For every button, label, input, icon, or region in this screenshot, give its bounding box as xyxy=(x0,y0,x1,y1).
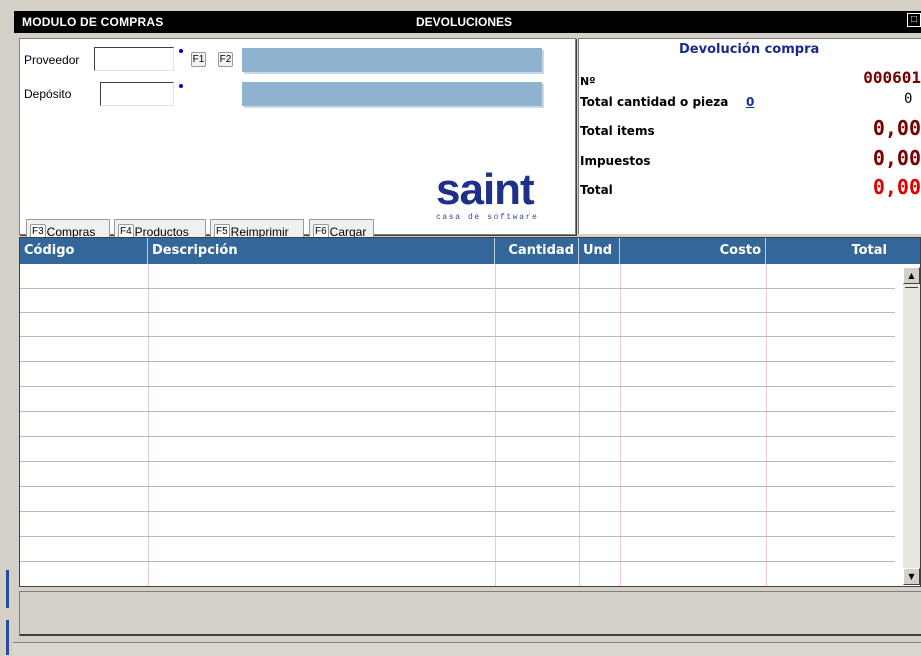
numero-value: 000601 xyxy=(863,68,921,87)
screen-title: DEVOLUCIONES xyxy=(416,15,513,29)
left-edge-marker-2 xyxy=(6,620,9,655)
bottom-edge xyxy=(13,642,921,656)
f2-lookup-button[interactable]: F2 xyxy=(218,52,233,67)
column-header-total[interactable]: Total xyxy=(766,238,920,264)
maximize-icon[interactable]: □ xyxy=(907,13,921,27)
scroll-down-icon[interactable]: ▼ xyxy=(903,568,920,585)
table-row[interactable] xyxy=(20,488,895,512)
table-row[interactable] xyxy=(20,289,895,313)
deposito-input[interactable] xyxy=(100,82,174,106)
impuestos-value: 0,00 xyxy=(872,146,921,170)
table-row[interactable] xyxy=(20,338,895,362)
column-header-und[interactable]: Und xyxy=(579,238,620,264)
required-dot-proveedor xyxy=(179,49,183,53)
table-row[interactable] xyxy=(20,363,895,387)
vertical-scrollbar[interactable]: ▲ ▼ xyxy=(903,267,920,585)
total-label: Total xyxy=(580,183,613,197)
column-header-codigo[interactable]: Código xyxy=(20,238,148,264)
table-row[interactable] xyxy=(20,313,895,337)
scroll-up-icon[interactable]: ▲ xyxy=(903,267,920,284)
impuestos-label: Impuestos xyxy=(580,154,651,168)
column-header-costo[interactable]: Costo xyxy=(620,238,766,264)
module-title: MODULO DE COMPRAS xyxy=(22,15,164,29)
items-table: Código Descripción Cantidad Und Costo To… xyxy=(19,237,921,587)
required-dot-deposito xyxy=(179,84,183,88)
table-row[interactable] xyxy=(20,563,895,586)
logo-subtitle: casa de software xyxy=(436,213,539,222)
total-items-label: Total items xyxy=(580,124,655,138)
proveedor-input[interactable] xyxy=(94,47,174,71)
proveedor-label: Proveedor xyxy=(24,53,80,67)
total-cantidad-value: 0 xyxy=(904,91,913,107)
table-row[interactable] xyxy=(20,388,895,412)
column-header-descripcion[interactable]: Descripción xyxy=(148,238,495,264)
scroll-thumb-grip[interactable] xyxy=(905,287,918,288)
status-panel xyxy=(19,591,921,636)
table-row[interactable] xyxy=(20,463,895,487)
column-header-cantidad[interactable]: Cantidad xyxy=(495,238,579,264)
table-row[interactable] xyxy=(20,538,895,562)
logo-word: saint xyxy=(436,165,535,214)
proveedor-description-field xyxy=(242,48,542,72)
table-row[interactable] xyxy=(20,513,895,537)
table-row[interactable] xyxy=(20,265,895,289)
f1-lookup-button[interactable]: F1 xyxy=(191,52,206,67)
total-cantidad-inline-value: 0 xyxy=(746,95,755,109)
summary-title: Devolución compra xyxy=(679,42,820,57)
numero-label: Nº xyxy=(580,75,596,88)
total-cantidad-label: Total cantidad o pieza xyxy=(580,95,729,109)
total-items-value: 0,00 xyxy=(872,116,921,140)
table-row[interactable] xyxy=(20,438,895,462)
saint-logo: saint casa de software xyxy=(436,166,576,228)
total-value: 0,00 xyxy=(872,175,921,199)
deposito-description-field xyxy=(242,82,542,106)
left-edge-marker-1 xyxy=(6,570,9,608)
table-row[interactable] xyxy=(20,413,895,437)
deposito-label: Depósito xyxy=(24,87,72,101)
title-bar: MODULO DE COMPRAS DEVOLUCIONES □ X xyxy=(14,11,921,33)
window-controls: □ X xyxy=(907,13,921,27)
